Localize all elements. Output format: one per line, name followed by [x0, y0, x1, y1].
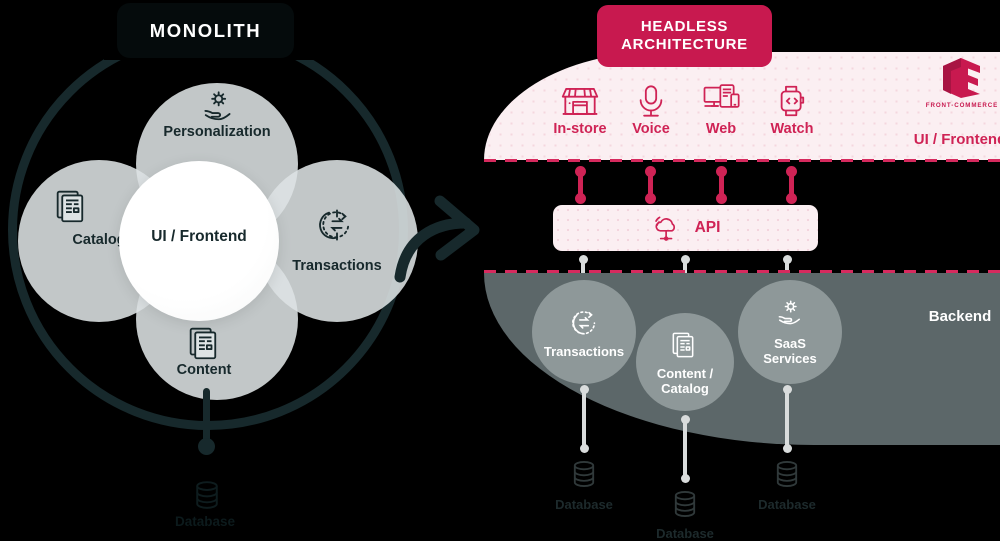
- document-stack-icon: [51, 185, 91, 225]
- backend-service-saas[interactable]: SaaS Services: [738, 280, 842, 384]
- backend-service-label: Transactions: [543, 343, 625, 359]
- channel-label: Web: [705, 121, 737, 137]
- headless-badge: HEADLESS ARCHITECTURE: [597, 5, 772, 67]
- database-cylinder-icon: [669, 488, 701, 520]
- backend-service-label: SaaS Services: [763, 336, 817, 366]
- gear-in-hand-icon: [773, 298, 807, 332]
- database-label: Database: [555, 497, 613, 512]
- database-label: Database: [758, 497, 816, 512]
- storefront-icon: [561, 82, 599, 120]
- backend-service-transactions[interactable]: Transactions: [532, 280, 636, 384]
- connector-pin-db-3: [782, 385, 792, 453]
- backend-role-label: Backend: [928, 308, 992, 325]
- petal-label-content: Content: [176, 362, 232, 378]
- monolith-database-label: Database: [174, 514, 236, 529]
- front-commerce-wordmark: FRONT-COMMERCE: [925, 102, 999, 109]
- channel-label: In-store: [553, 121, 607, 137]
- connector-pin-db-2: [680, 415, 690, 483]
- monolith-badge: MONOLITH: [117, 3, 294, 58]
- channel-watch[interactable]: Watch: [746, 82, 838, 138]
- petal-label-personalization: Personalization: [163, 124, 271, 140]
- smartwatch-code-icon: [773, 82, 811, 120]
- channel-label: Watch: [770, 121, 814, 137]
- backend-service-label: Content / Catalog: [656, 366, 714, 396]
- cloud-network-icon: [651, 213, 682, 244]
- connector-pin-watch: [786, 166, 797, 204]
- database-cylinder-icon: [190, 478, 224, 512]
- gear-in-hand-icon: [197, 88, 237, 128]
- document-stack-icon: [668, 328, 702, 362]
- document-stack-icon: [184, 322, 224, 362]
- devices-icon: [702, 82, 740, 120]
- connector-pin-voice: [645, 166, 656, 204]
- transfer-arrows-icon: [567, 306, 601, 340]
- transfer-arrows-icon: [317, 205, 357, 245]
- backend-service-content-catalog[interactable]: Content / Catalog: [636, 313, 734, 411]
- monolith-badge-label: MONOLITH: [149, 19, 262, 41]
- channel-label: Voice: [632, 121, 670, 137]
- database-label: Database: [656, 526, 714, 541]
- backend-divider: [484, 270, 1000, 273]
- monolith-stem-dot: [198, 438, 215, 455]
- frontend-divider: [484, 159, 1000, 162]
- monolith-core-label: UI / Frontend: [151, 228, 247, 245]
- database-cylinder-icon: [568, 458, 600, 490]
- api-label: API: [694, 219, 721, 236]
- headless-badge-line2: ARCHITECTURE: [621, 36, 748, 53]
- microphone-icon: [632, 82, 670, 120]
- connector-pin-in-store: [575, 166, 586, 204]
- front-commerce-logo-icon: [938, 56, 984, 100]
- architecture-diagram: MONOLITH Personalization Catalog Transac…: [0, 0, 1000, 541]
- connector-pin-db-1: [579, 385, 589, 453]
- connector-pin-web: [716, 166, 727, 204]
- api-gateway-box[interactable]: API: [553, 205, 818, 251]
- frontend-role-label: UI / Frontend: [913, 131, 1000, 148]
- database-cylinder-icon: [771, 458, 803, 490]
- headless-badge-line1: HEADLESS: [640, 18, 729, 35]
